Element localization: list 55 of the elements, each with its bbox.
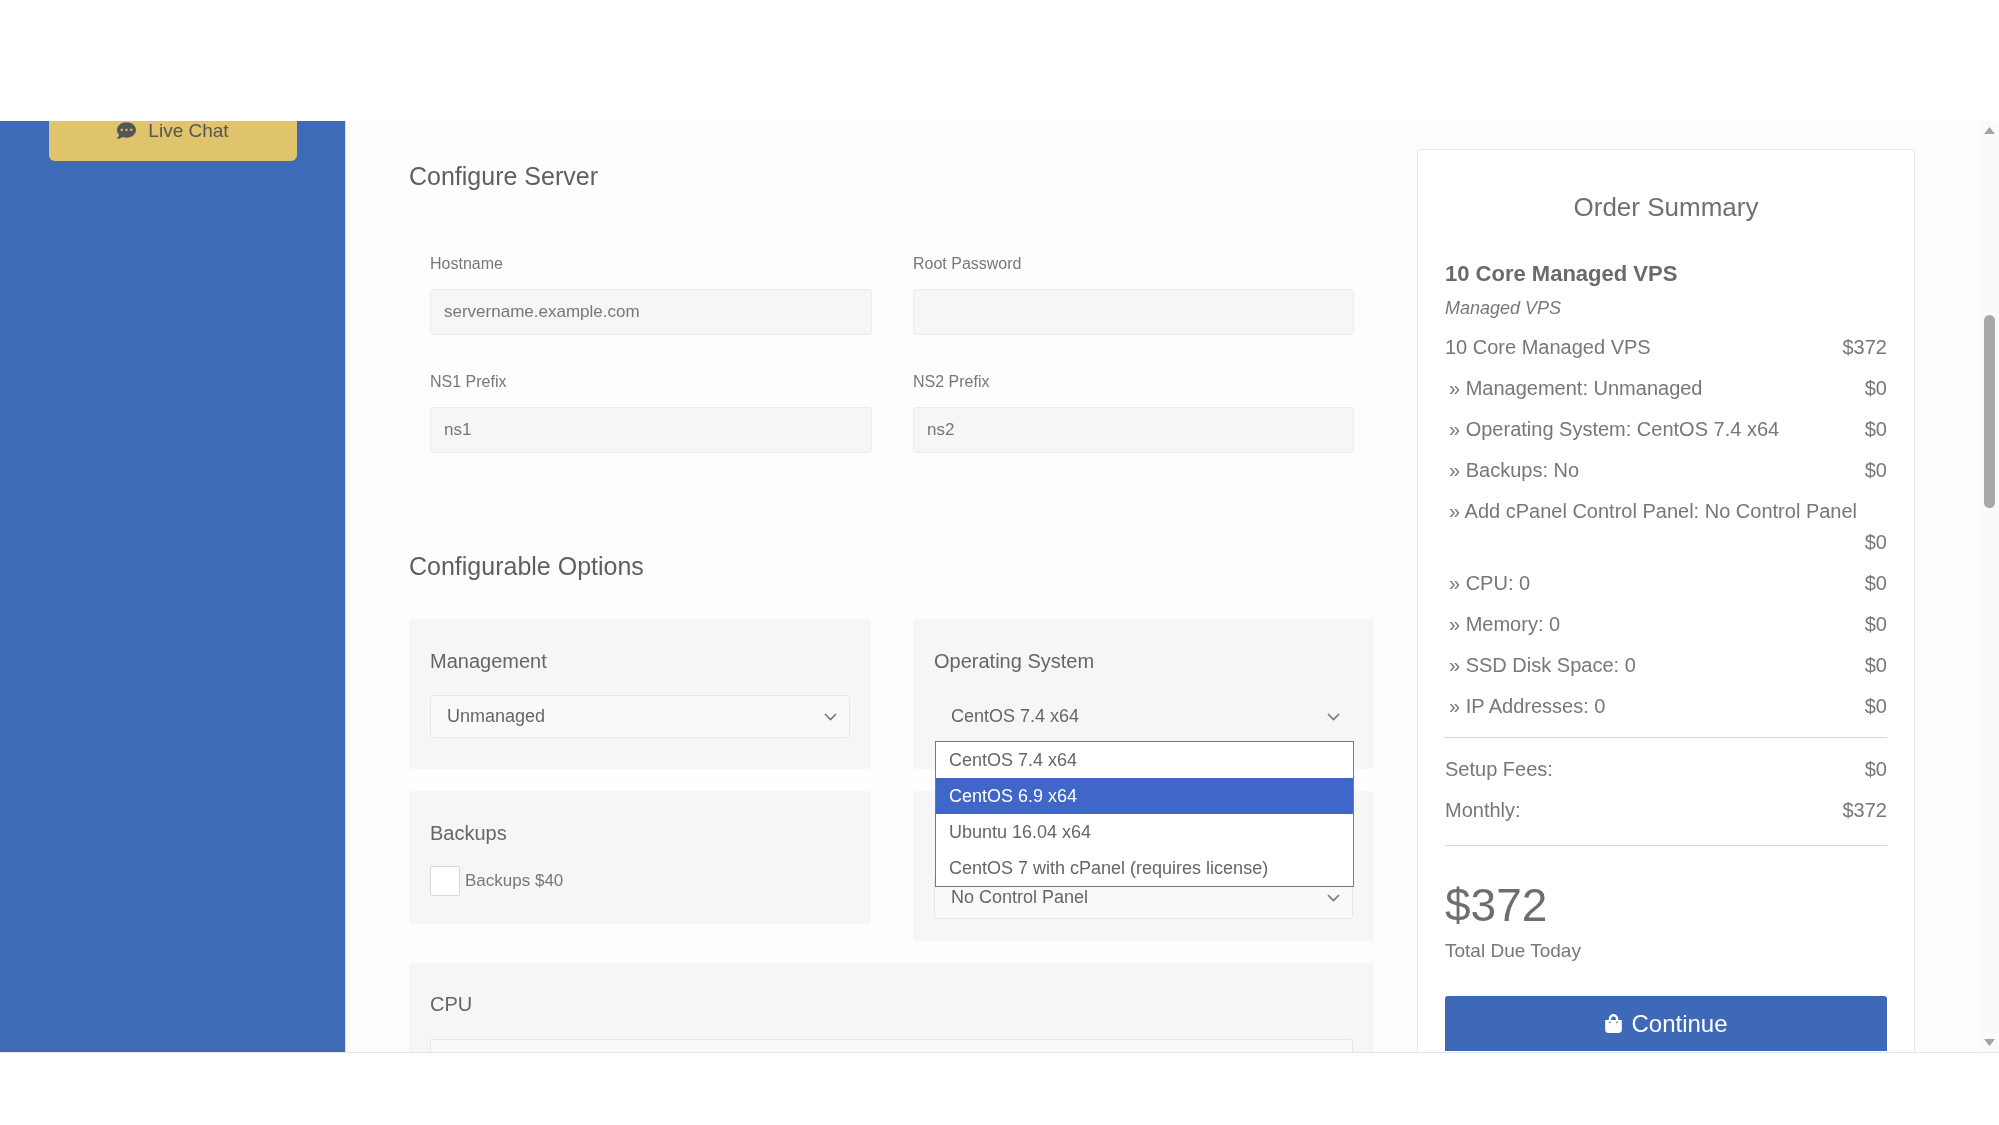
option-label: Management <box>430 649 548 674</box>
checkbox-label: Backups $40 <box>465 870 564 893</box>
chevron-down-icon <box>1327 712 1340 721</box>
line-item-label: » Backups: No <box>1449 458 1580 483</box>
product-name: 10 Core Managed VPS <box>1445 260 1679 288</box>
scrollbar-thumb[interactable] <box>1984 315 1995 508</box>
line-item-price: $372 <box>1842 335 1887 360</box>
field-label: NS2 Prefix <box>913 372 991 392</box>
checkbox[interactable] <box>430 866 460 896</box>
continue-button[interactable]: Continue <box>1445 996 1887 1051</box>
shopping-bag-icon <box>1604 1014 1624 1033</box>
line-item-price: $0 <box>1864 376 1887 401</box>
field-label: NS1 Prefix <box>430 372 508 392</box>
option-label: Operating System <box>934 649 1096 674</box>
chevron-down-icon <box>1327 893 1340 902</box>
line-item-price: $0 <box>1864 458 1887 483</box>
total-label: Monthly: <box>1445 798 1521 823</box>
scroll-up-icon[interactable] <box>1984 127 1995 134</box>
summary-title: Order Summary <box>1572 191 1760 223</box>
line-item-label: 10 Core Managed VPS <box>1445 335 1651 360</box>
line-item-price: $0 <box>1864 612 1887 637</box>
chevron-down-icon <box>824 712 837 721</box>
line-item-label: » Management: Unmanaged <box>1449 376 1703 401</box>
total-label: Setup Fees: <box>1445 757 1553 782</box>
line-item-price: $0 <box>1864 571 1887 596</box>
chat-bubble-icon <box>117 121 137 140</box>
option-label: Backups <box>430 821 508 846</box>
input-field[interactable]: servername.example.com <box>430 289 872 335</box>
input-field[interactable]: ns1 <box>430 407 872 453</box>
section-heading: Configure Server <box>409 161 599 192</box>
line-item-label: » IP Addresses: 0 <box>1449 694 1606 719</box>
total-due-label: Total Due Today <box>1445 939 1582 963</box>
line-item-label: » Operating System: CentOS 7.4 x64 <box>1449 417 1780 442</box>
product-group: Managed VPS <box>1445 296 1887 320</box>
option-label: CPU <box>430 992 474 1017</box>
line-item-price: $0 <box>1864 530 1887 555</box>
line-item-price: $0 <box>1864 417 1887 442</box>
input-field[interactable]: ns2 <box>913 407 1354 453</box>
field-label: Root Password <box>913 254 1023 274</box>
total-amount: $372 <box>1445 879 1549 931</box>
scroll-down-icon[interactable] <box>1984 1039 1995 1046</box>
field-label: Hostname <box>430 254 504 274</box>
line-item-label: » Add cPanel Control Panel: No Control Panel <box>1449 499 1858 524</box>
total-price: $0 <box>1864 757 1887 782</box>
section-heading: Configurable Options <box>409 551 645 582</box>
line-item-price: $0 <box>1864 653 1887 678</box>
input-field[interactable] <box>430 1039 1353 1052</box>
line-item-label: » Memory: 0 <box>1449 612 1561 637</box>
dropdown-option[interactable]: CentOS 6.9 x64 <box>936 778 1353 814</box>
live-chat-button[interactable]: Live Chat <box>49 121 297 161</box>
dropdown-select[interactable]: Unmanaged <box>430 695 850 738</box>
line-item-price: $0 <box>1864 694 1887 719</box>
line-item-label: » CPU: 0 <box>1449 571 1531 596</box>
total-price: $372 <box>1842 798 1887 823</box>
line-item-label: » SSD Disk Space: 0 <box>1449 653 1636 678</box>
